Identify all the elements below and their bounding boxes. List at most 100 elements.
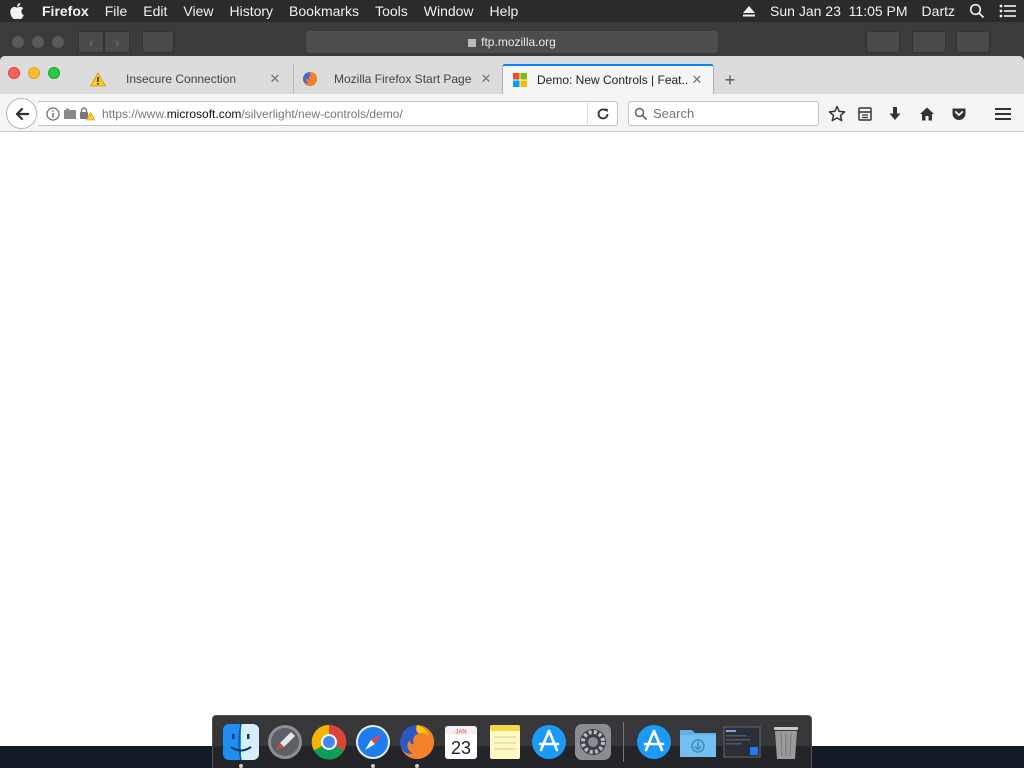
blocked-plugin-icon[interactable] [62, 101, 78, 126]
tab-title: Demo: New Controls | Feat... [537, 73, 689, 87]
back-arrow-icon [15, 107, 29, 120]
dock-notes[interactable] [485, 722, 525, 762]
app-store-icon [532, 725, 566, 759]
dock-app-store[interactable] [529, 722, 569, 762]
background-address-bar: ftp.mozilla.org [306, 31, 718, 53]
calendar-icon: JAN 23 [445, 726, 477, 759]
tab-title: Mozilla Firefox Start Page [334, 72, 472, 86]
system-preferences-icon [575, 724, 611, 760]
background-nav-buttons: ‹ › [78, 31, 130, 53]
notes-icon [490, 725, 520, 759]
url-path: /silverlight/new-controls/demo/ [241, 106, 403, 121]
dock-applications-folder[interactable] [634, 722, 674, 762]
site-info-icon[interactable] [44, 101, 62, 126]
dock-trash[interactable] [766, 722, 806, 762]
tab-demo-new-controls[interactable]: Demo: New Controls | Feat... ✕ [502, 64, 714, 94]
window-minimize-button[interactable] [28, 67, 40, 79]
new-tab-button[interactable]: + [720, 70, 740, 90]
screenshot-icon [723, 726, 761, 758]
dock-screenshot[interactable] [722, 722, 762, 762]
safari-icon [356, 725, 390, 759]
eject-icon[interactable] [735, 5, 763, 17]
reload-button[interactable] [587, 101, 617, 126]
warning-icon [90, 71, 106, 87]
trash-icon [774, 727, 798, 759]
dock-finder[interactable] [221, 722, 261, 768]
bookmark-star-icon[interactable] [825, 102, 849, 126]
apple-logo-icon[interactable] [0, 0, 34, 22]
menu-bookmarks[interactable]: Bookmarks [281, 0, 367, 22]
url-text[interactable]: https://www.microsoft.com/silverlight/ne… [102, 107, 587, 121]
reading-list-icon[interactable] [853, 102, 877, 126]
tab-insecure-connection[interactable]: Insecure Connection ✕ [90, 64, 294, 94]
microsoft-logo-icon [512, 72, 528, 88]
tab-title: Insecure Connection [126, 72, 237, 86]
background-sidebar-button [142, 31, 174, 53]
dock-system-preferences[interactable] [573, 722, 613, 762]
downloads-arrow-icon[interactable] [883, 102, 907, 126]
url-host: microsoft.com [166, 106, 242, 121]
lock-icon [468, 39, 477, 47]
window-controls [8, 67, 60, 79]
reload-icon [597, 108, 608, 119]
launchpad-icon [268, 725, 302, 759]
url-bar[interactable]: https://www.microsoft.com/silverlight/ne… [38, 101, 618, 126]
dock-separator [623, 722, 624, 762]
url-prefix: https://www. [102, 106, 167, 121]
menu-edit[interactable]: Edit [135, 0, 175, 22]
finder-icon [223, 723, 259, 761]
menu-tools[interactable]: Tools [367, 0, 416, 22]
search-icon [629, 107, 653, 121]
running-indicator [415, 764, 419, 768]
dock: JAN 23 [212, 715, 812, 768]
search-bar[interactable] [628, 101, 819, 126]
menubar-user[interactable]: Dartz [915, 0, 962, 22]
back-button[interactable] [6, 98, 37, 129]
tab-close-icon[interactable]: ✕ [267, 71, 283, 87]
insecure-lock-warning-icon[interactable] [78, 101, 96, 126]
tab-bar: Insecure Connection ✕ Mozilla Firefox St… [0, 56, 1024, 94]
background-tabs-button [956, 31, 990, 53]
background-forward-icon: › [104, 31, 130, 53]
firefox-window: Insecure Connection ✕ Mozilla Firefox St… [0, 56, 1024, 746]
dock-downloads-folder[interactable] [678, 722, 718, 762]
firefox-icon [400, 724, 435, 759]
tab-close-icon[interactable]: ✕ [689, 72, 705, 88]
menu-window[interactable]: Window [416, 0, 482, 22]
tab-close-icon[interactable]: ✕ [478, 71, 494, 87]
running-indicator [371, 764, 375, 768]
spotlight-search-icon[interactable] [962, 3, 992, 19]
firefox-icon [302, 71, 318, 87]
chrome-icon [311, 724, 347, 760]
navigation-toolbar: https://www.microsoft.com/silverlight/ne… [0, 94, 1024, 132]
menu-firefox[interactable]: Firefox [34, 0, 97, 22]
menu-view[interactable]: View [175, 0, 221, 22]
background-window-controls [12, 36, 64, 48]
window-close-button[interactable] [8, 67, 20, 79]
downloads-folder-icon [680, 730, 716, 757]
hamburger-menu-icon[interactable] [991, 102, 1015, 126]
menu-history[interactable]: History [221, 0, 281, 22]
dock-chrome[interactable] [309, 722, 349, 762]
menu-bar: Firefox File Edit View History Bookmarks… [0, 0, 1024, 22]
background-share-button [912, 31, 946, 53]
menubar-clock[interactable]: Sun Jan 23 11:05 PM [763, 0, 915, 22]
pocket-icon[interactable] [947, 102, 971, 126]
running-indicator [239, 764, 243, 768]
dock-launchpad[interactable] [265, 722, 305, 762]
background-address-text: ftp.mozilla.org [481, 35, 556, 49]
search-input[interactable] [653, 106, 803, 121]
calendar-day: 23 [451, 738, 471, 758]
dock-firefox[interactable] [397, 722, 437, 768]
dock-safari[interactable] [353, 722, 393, 768]
page-content [0, 133, 1024, 746]
window-zoom-button[interactable] [48, 67, 60, 79]
home-icon[interactable] [915, 102, 939, 126]
background-back-icon: ‹ [78, 31, 104, 53]
menu-file[interactable]: File [97, 0, 136, 22]
menu-help[interactable]: Help [482, 0, 527, 22]
notification-center-icon[interactable] [992, 4, 1024, 18]
tab-firefox-start-page[interactable]: Mozilla Firefox Start Page ✕ [300, 64, 498, 94]
dock-calendar[interactable]: JAN 23 [441, 722, 481, 762]
calendar-month: JAN [455, 730, 466, 736]
